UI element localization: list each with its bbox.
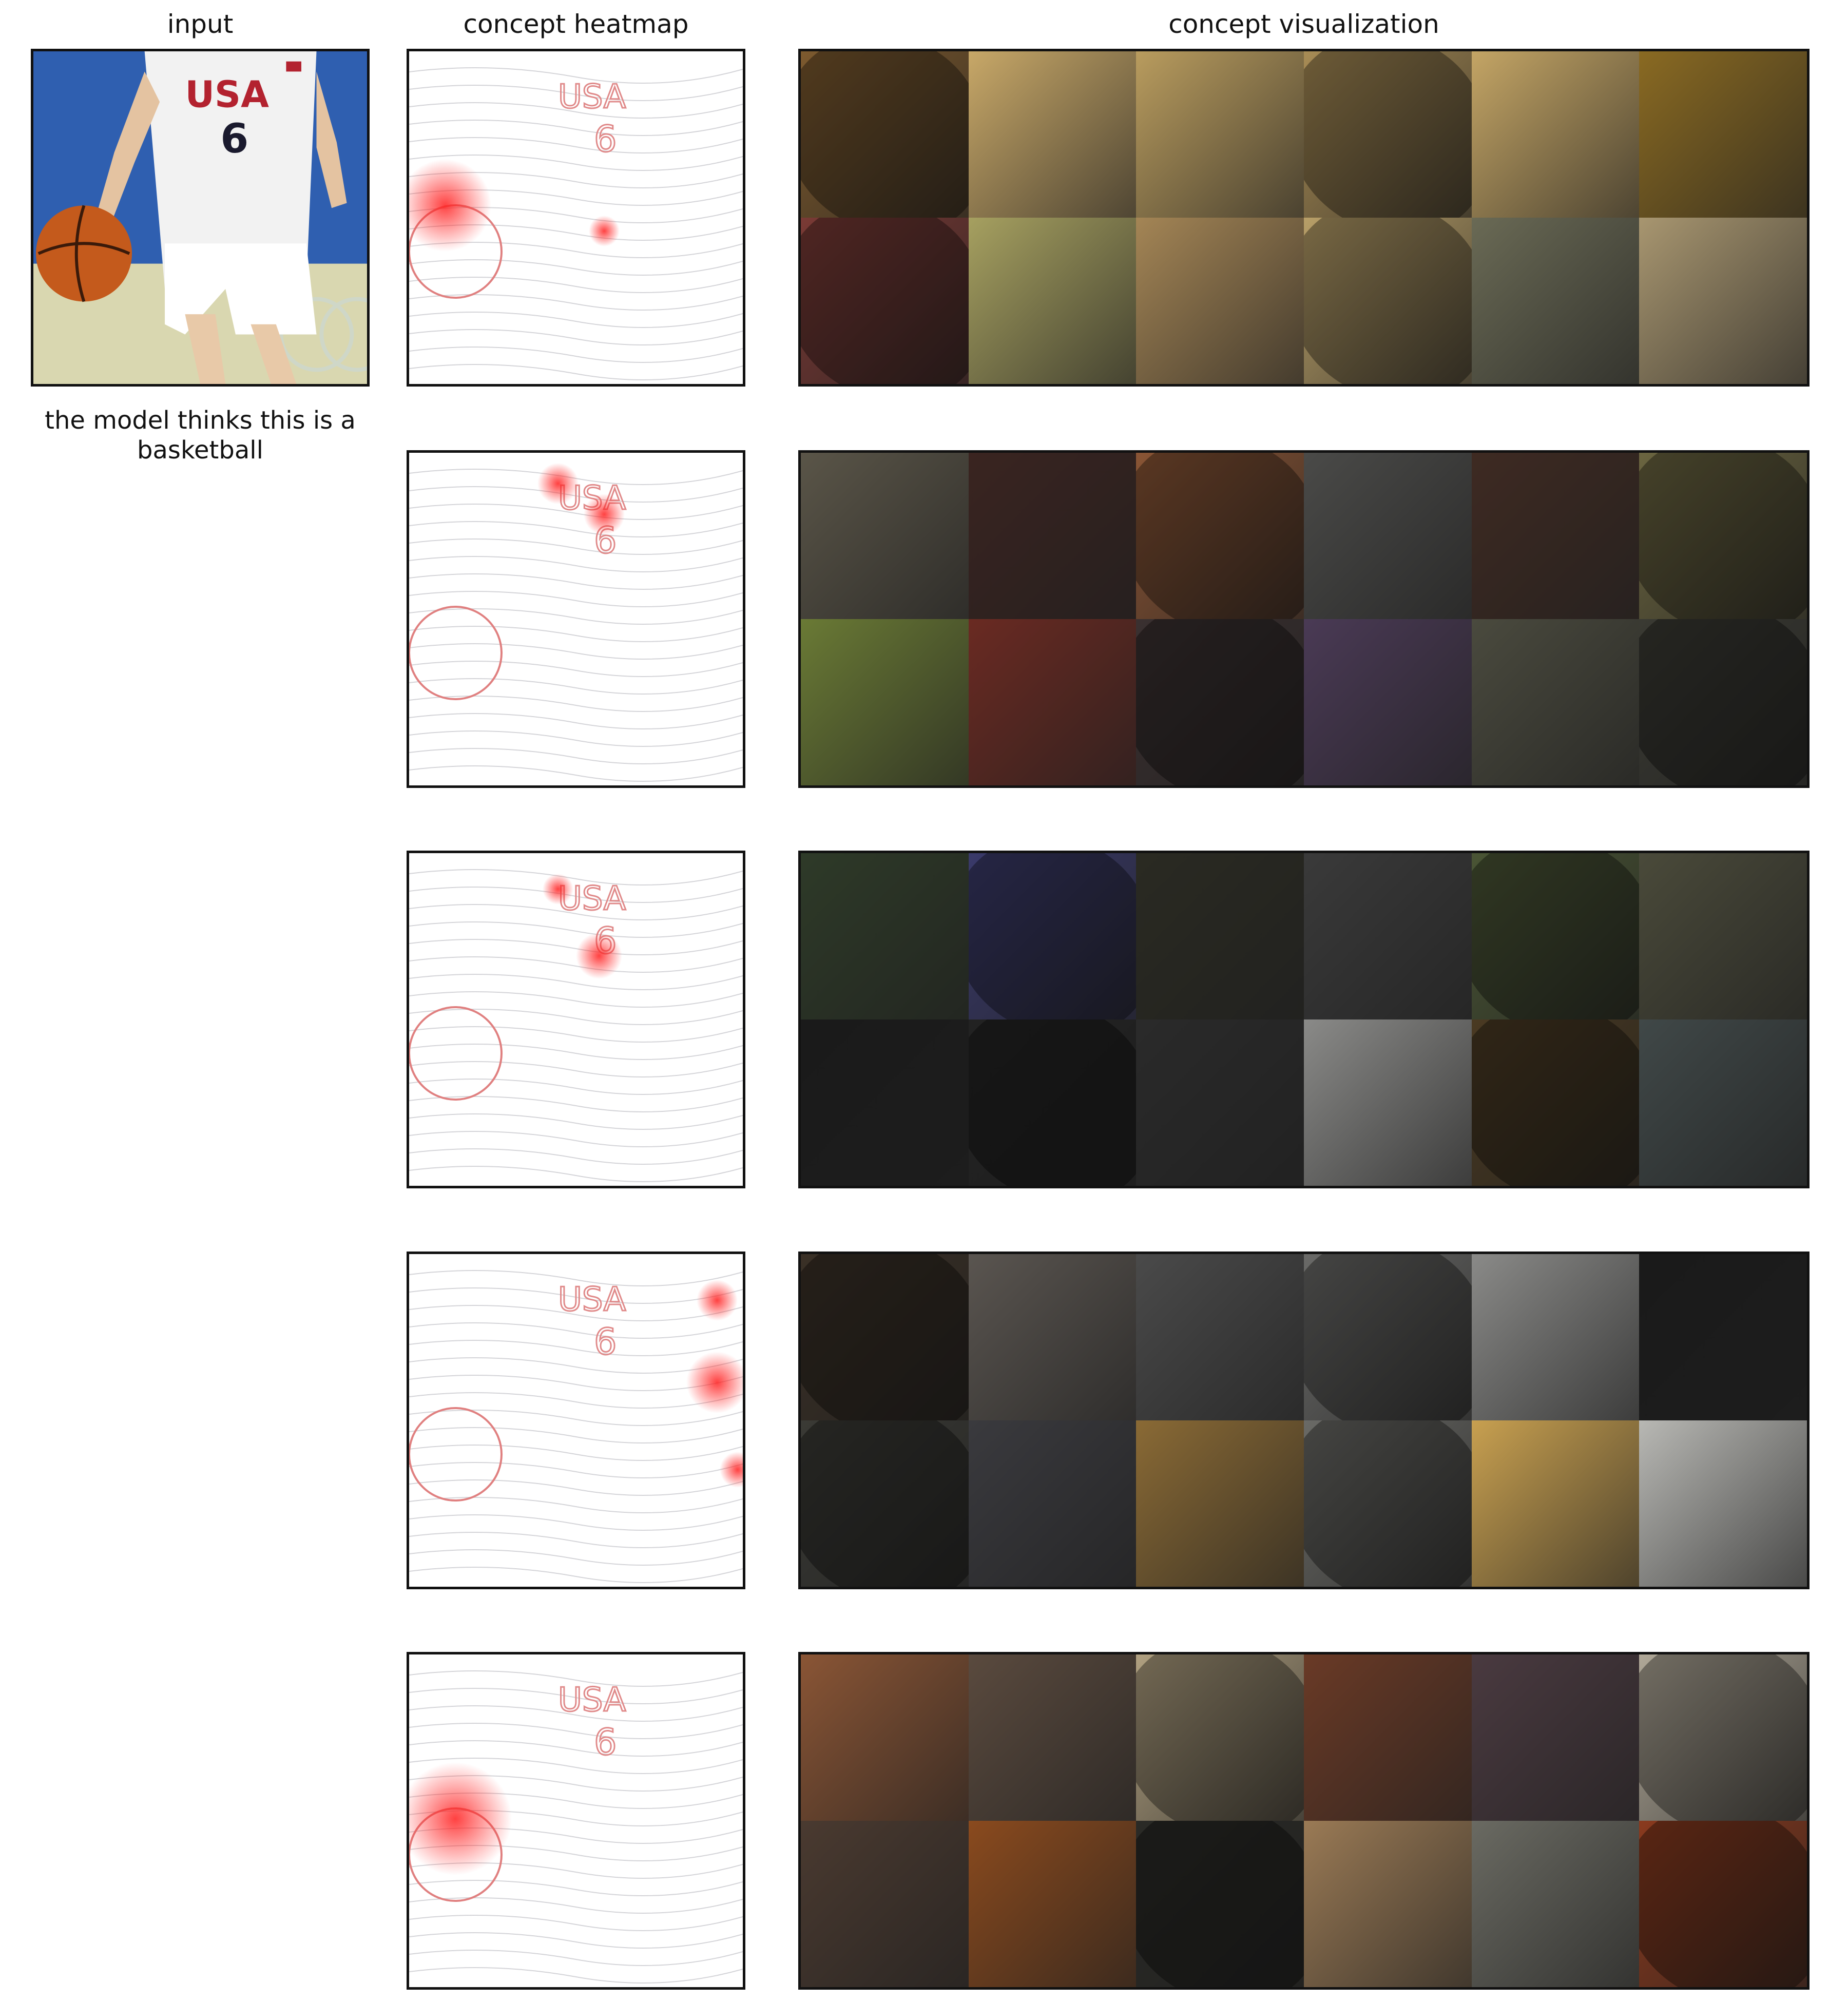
concept-visualization-5: [798, 1652, 1810, 1990]
concept-example-image: [1303, 453, 1472, 619]
svg-text:6: 6: [594, 1721, 617, 1763]
concept-example-image: [1303, 1821, 1472, 1987]
concept-example-image: [1639, 853, 1807, 1019]
svg-text:USA: USA: [558, 1681, 626, 1719]
concept-example-image: [1136, 1821, 1304, 1987]
concept-heatmap-4: USA 6: [407, 1252, 745, 1589]
concept-example-image: [1639, 218, 1807, 384]
concept-example-image: [968, 619, 1137, 785]
concept-example-image: [801, 1654, 969, 1821]
concept-example-image: [1136, 619, 1304, 785]
concept-example-image: [968, 1821, 1137, 1987]
concept-example-image: [1471, 453, 1640, 619]
heatmap-title: concept heatmap: [463, 9, 689, 39]
concept-example-image: [1303, 1254, 1472, 1420]
concept-example-image: [968, 1254, 1137, 1420]
concept-example-image: [968, 1420, 1137, 1587]
concept-example-image: [1136, 51, 1304, 218]
svg-text:6: 6: [220, 115, 248, 162]
concept-example-image: [1471, 218, 1640, 384]
prediction-caption: the model thinks this is a basketball: [45, 406, 356, 465]
concept-example-image: [1471, 1420, 1640, 1587]
svg-text:6: 6: [594, 118, 617, 160]
concept-example-image: [1303, 853, 1472, 1019]
concept-example-image: [801, 1254, 969, 1420]
svg-text:USA: USA: [185, 73, 269, 116]
concept-visualization-2: [798, 450, 1810, 788]
concept-example-image: [1136, 453, 1304, 619]
concept-example-image: [1303, 218, 1472, 384]
concept-example-image: [1639, 1821, 1807, 1987]
svg-text:USA: USA: [558, 78, 626, 116]
concept-example-image: [1136, 853, 1304, 1019]
input-title: input: [167, 9, 234, 39]
input-image: USA 6: [31, 49, 370, 387]
concept-example-image: [801, 1019, 969, 1186]
concept-example-image: [1639, 1420, 1807, 1587]
concept-example-image: [1639, 1019, 1807, 1186]
concept-example-image: [1471, 1254, 1640, 1420]
concept-example-image: [1471, 1654, 1640, 1821]
svg-text:6: 6: [594, 1321, 617, 1363]
concept-visualization-1: [798, 49, 1810, 387]
concept-example-image: [1471, 853, 1640, 1019]
concept-example-image: [1303, 1654, 1472, 1821]
concept-example-image: [1471, 1821, 1640, 1987]
concept-example-image: [1639, 619, 1807, 785]
concept-example-image: [1136, 218, 1304, 384]
concept-example-image: [1639, 453, 1807, 619]
concept-example-image: [1303, 1420, 1472, 1587]
basketball-player-illustration: USA 6: [33, 51, 367, 384]
concept-heatmap-2: USA6: [407, 450, 745, 788]
concept-example-image: [1639, 51, 1807, 218]
concept-example-image: [801, 1420, 969, 1587]
concept-example-image: [1303, 619, 1472, 785]
concept-example-image: [801, 453, 969, 619]
concept-heatmap-1: USA 6: [407, 49, 745, 387]
concept-visualization-3: [798, 851, 1810, 1188]
concept-example-image: [968, 51, 1137, 218]
concept-example-image: [968, 218, 1137, 384]
concept-example-image: [1303, 1019, 1472, 1186]
concept-example-image: [1471, 1019, 1640, 1186]
concept-example-image: [801, 1821, 969, 1987]
concept-example-image: [801, 218, 969, 384]
concept-example-image: [968, 1654, 1137, 1821]
concept-heatmap-3: USA6: [407, 851, 745, 1188]
concept-example-image: [1136, 1254, 1304, 1420]
concept-example-image: [968, 853, 1137, 1019]
concept-visualization-4: [798, 1252, 1810, 1589]
concept-example-image: [968, 1019, 1137, 1186]
concept-example-image: [801, 51, 969, 218]
concept-example-image: [801, 853, 969, 1019]
concept-example-image: [1471, 619, 1640, 785]
concept-example-image: [801, 619, 969, 785]
concept-example-image: [1136, 1019, 1304, 1186]
concept-example-image: [1639, 1654, 1807, 1821]
concept-example-image: [1136, 1654, 1304, 1821]
concept-example-image: [1471, 51, 1640, 218]
svg-text:USA: USA: [558, 1281, 626, 1319]
concept-example-image: [1303, 51, 1472, 218]
concept-example-image: [1639, 1254, 1807, 1420]
concept-heatmap-5: USA 6: [407, 1652, 745, 1990]
concept-example-image: [1136, 1420, 1304, 1587]
visualization-title: concept visualization: [1168, 9, 1439, 39]
concept-example-image: [968, 453, 1137, 619]
